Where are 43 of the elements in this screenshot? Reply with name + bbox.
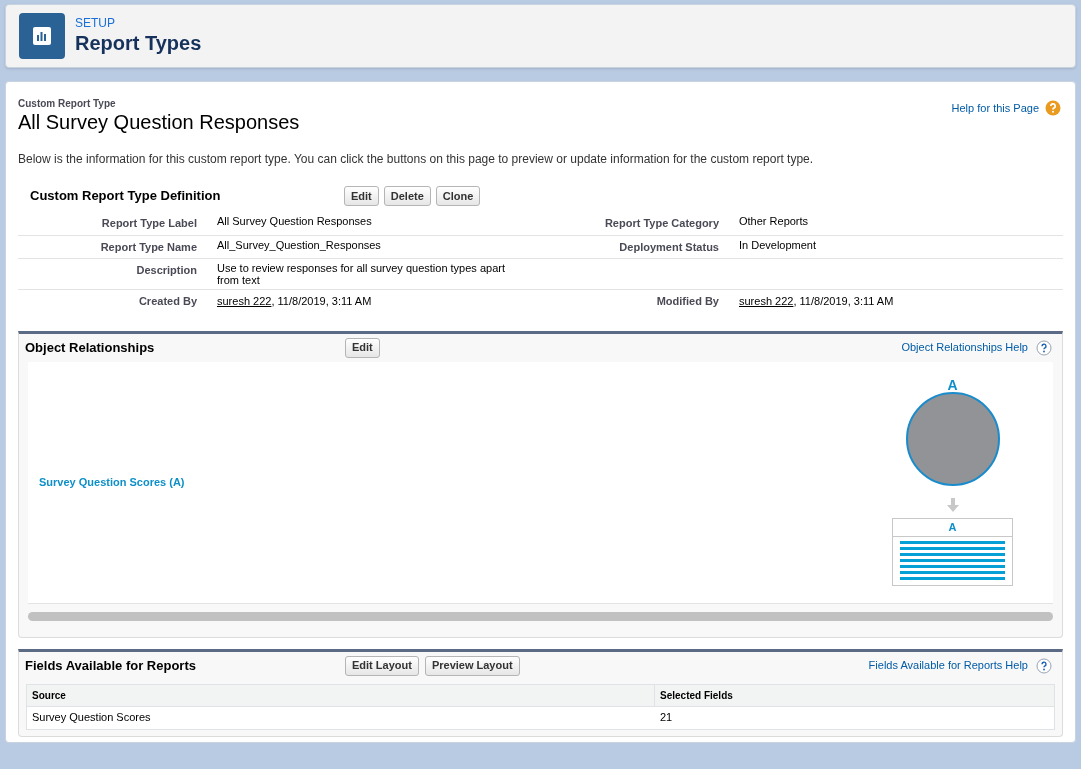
object-letter: A [948, 520, 957, 535]
field-label: Report Type Category [604, 217, 719, 229]
button[interactable]: Edit Layout [345, 655, 419, 676]
field-value: All Survey Question Responses [217, 215, 373, 227]
field-label: Report Type Label [101, 217, 197, 229]
help-link[interactable]: Fields Available for Reports Help [868, 657, 1028, 674]
help-icon[interactable] [1036, 657, 1052, 674]
button[interactable]: Edit [345, 337, 380, 358]
button[interactable]: Preview Layout [424, 655, 520, 676]
object-letter: A [947, 378, 958, 392]
field-label: Deployment Status [619, 240, 719, 253]
table-cell-text: Survey Question Scores [31, 710, 152, 726]
record-title: All Survey Question Responses [18, 110, 300, 134]
subtitle: Custom Report Type [18, 98, 117, 110]
help-link[interactable]: Object Relationships Help [901, 339, 1028, 356]
button[interactable]: Edit [344, 186, 379, 206]
help-icon[interactable] [1036, 339, 1052, 356]
section-title: Custom Report Type Definition [29, 187, 222, 206]
field-label: Created By [138, 295, 197, 307]
section-title: Fields Available for Reports [25, 656, 197, 675]
field-value: Use to review responses for all survey question types apart from text [217, 262, 506, 286]
field-value: Other Reports [739, 215, 810, 227]
intro-text: Below is the information for this custom report type. You can click the buttons on this page to preview or update information for the custom report type. [18, 151, 815, 168]
column-header: Source [27, 684, 655, 706]
section-title: Object Relationships [25, 338, 156, 357]
field-label: Modified By [656, 295, 719, 307]
arrow-down-icon [946, 498, 959, 512]
field-value: In Development [739, 238, 818, 251]
scrollbar[interactable] [28, 611, 1053, 621]
button[interactable]: Clone [435, 186, 481, 206]
field-value: , 11/8/2019, 3:11 AM [271, 294, 372, 309]
field-value: , 11/8/2019, 3:11 AM [793, 294, 894, 309]
field-label: Description [136, 264, 197, 276]
column-header: Selected Fields [659, 688, 734, 703]
button[interactable]: Delete [383, 186, 431, 206]
report-icon [19, 13, 65, 59]
object-link[interactable]: Survey Question Scores (A) [39, 473, 185, 491]
help-link[interactable]: Help for this Page [951, 100, 1039, 117]
field-label: Report Type Name [100, 240, 197, 253]
page-title: Report Types [75, 31, 202, 56]
setup-label: SETUP [75, 16, 116, 30]
table-cell-text: 21 [659, 710, 674, 726]
field-value: All_Survey_Question_Responses [217, 238, 382, 251]
